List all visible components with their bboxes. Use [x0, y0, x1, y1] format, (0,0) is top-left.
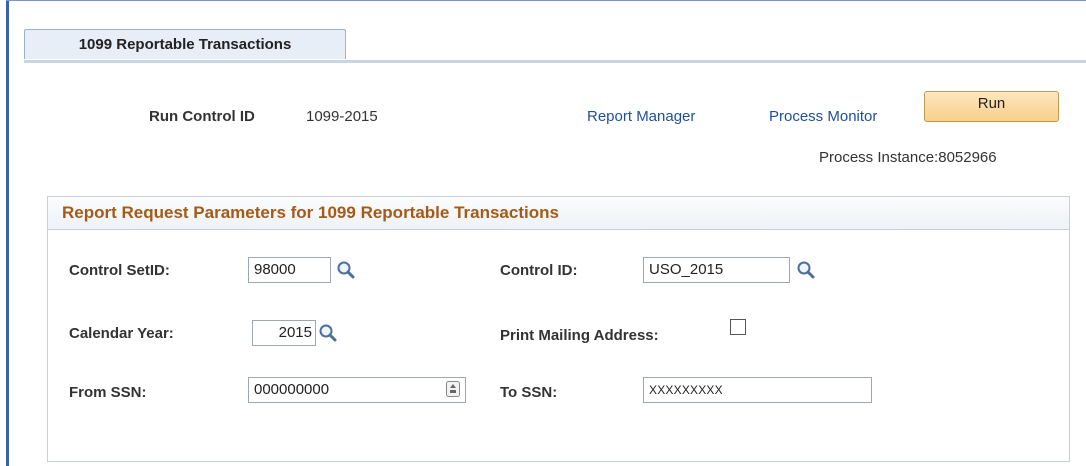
control-setid-input[interactable]: 98000	[248, 257, 331, 283]
run-button[interactable]: Run	[924, 91, 1059, 122]
calendar-year-label: Calendar Year:	[69, 325, 174, 342]
process-instance-text: Process Instance:8052966	[819, 149, 997, 166]
run-control-id-value: 1099-2015	[306, 108, 378, 125]
window-left-border	[6, 0, 9, 466]
group-title: Report Request Parameters for 1099 Repor…	[48, 197, 1069, 230]
from-ssn-spin-icon[interactable]	[446, 381, 460, 397]
control-setid-lookup-icon[interactable]	[336, 260, 356, 280]
run-button-label: Run	[977, 95, 1006, 112]
window-top-border	[6, 0, 1086, 1]
tab-1099-reportable-transactions[interactable]: 1099 Reportable Transactions	[24, 29, 346, 59]
calendar-year-lookup-icon[interactable]	[318, 323, 338, 343]
from-ssn-label: From SSN:	[69, 384, 147, 401]
tab-label: 1099 Reportable Transactions	[78, 36, 292, 53]
control-id-input[interactable]: USO_2015	[643, 257, 790, 283]
control-id-lookup-icon[interactable]	[796, 260, 816, 280]
control-setid-label: Control SetID:	[69, 262, 170, 279]
print-mailing-address-label: Print Mailing Address:	[500, 327, 659, 344]
report-manager-link[interactable]: Report Manager	[587, 108, 695, 125]
to-ssn-label: To SSN:	[500, 384, 558, 401]
tab-underline	[24, 60, 1086, 63]
print-mailing-address-checkbox[interactable]	[730, 319, 746, 335]
run-control-id-label: Run Control ID	[149, 108, 255, 125]
process-monitor-link[interactable]: Process Monitor	[769, 108, 877, 125]
from-ssn-input[interactable]: 000000000	[248, 377, 466, 403]
control-id-label: Control ID:	[500, 262, 578, 279]
to-ssn-input[interactable]: XXXXXXXXX	[643, 377, 872, 403]
calendar-year-input[interactable]: 2015	[252, 320, 316, 346]
